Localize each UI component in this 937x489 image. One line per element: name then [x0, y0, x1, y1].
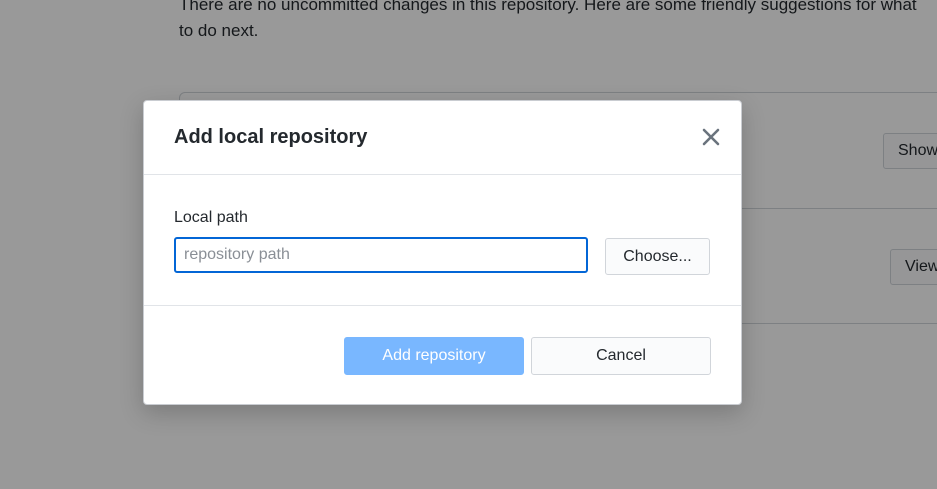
- close-button[interactable]: [701, 127, 721, 147]
- add-local-repository-dialog: Add local repository Local path Choose..…: [143, 100, 742, 405]
- dialog-body: Local path Choose...: [144, 175, 741, 306]
- dialog-title: Add local repository: [174, 126, 368, 148]
- dialog-footer: Add repository Cancel: [144, 306, 741, 404]
- local-path-label: Local path: [174, 209, 248, 226]
- dialog-header: Add local repository: [144, 101, 741, 175]
- cancel-button[interactable]: Cancel: [531, 337, 711, 375]
- repository-path-input[interactable]: [174, 237, 588, 273]
- choose-button[interactable]: Choose...: [605, 238, 710, 275]
- close-icon: [702, 128, 720, 146]
- add-repository-button[interactable]: Add repository: [344, 337, 524, 375]
